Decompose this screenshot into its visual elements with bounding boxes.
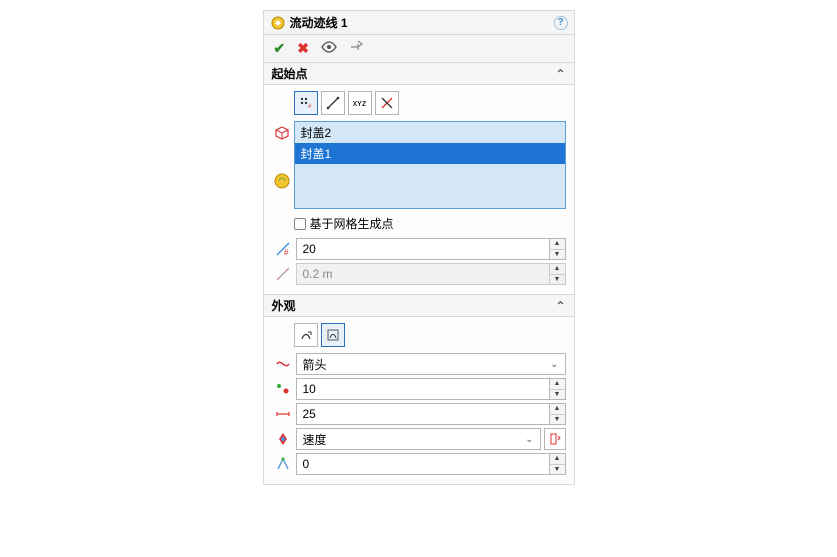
colorby-row: 速度 ⌄ [272, 428, 566, 450]
help-icon[interactable]: ? [554, 16, 568, 30]
width-input[interactable]: 25 [296, 403, 550, 425]
colorby-icon [272, 429, 294, 449]
titlebar: 流动迹线 1 ? [264, 11, 574, 35]
mesh-points-checkbox[interactable] [294, 218, 306, 230]
density-spinner[interactable]: ▲▼ [550, 378, 566, 400]
section-header-start[interactable]: 起始点 ⌃ [264, 63, 574, 85]
style-select[interactable]: 箭头 ⌄ [296, 353, 566, 375]
dynamic-button[interactable] [321, 323, 345, 347]
gradient-input[interactable]: 0 [296, 453, 550, 475]
mode-line-button[interactable] [321, 91, 345, 115]
mesh-points-label: 基于网格生成点 [310, 215, 394, 232]
property-panel: 流动迹线 1 ? ✔ ✖ 起始点 ⌃ # xʏz [263, 10, 575, 485]
list-item[interactable]: 封盖1 [295, 143, 565, 164]
chevron-down-icon: ⌄ [550, 359, 558, 370]
count-icon: # [272, 239, 294, 259]
count-input[interactable]: 20 [296, 238, 550, 260]
chevron-down-icon: ⌄ [525, 434, 533, 445]
feature-icon [270, 15, 286, 31]
density-row: 10 ▲▼ [272, 378, 566, 400]
svg-text:#: # [284, 248, 289, 257]
section-body-appearance: 箭头 ⌄ 10 ▲▼ 25 ▲▼ [264, 317, 574, 484]
section-header-appearance[interactable]: 外观 ⌃ [264, 295, 574, 317]
width-row: 25 ▲▼ [272, 403, 566, 425]
mode-points-button[interactable]: # [294, 91, 318, 115]
actionbar: ✔ ✖ [264, 35, 574, 63]
width-icon [272, 404, 294, 424]
collapse-icon: ⌃ [555, 299, 565, 313]
mesh-points-row: 基于网格生成点 [294, 215, 566, 232]
svg-text:#: # [308, 104, 312, 110]
list-item[interactable]: 封盖2 [295, 122, 565, 143]
ok-icon[interactable]: ✔ [274, 40, 286, 57]
mode-xyz-button[interactable]: xʏz [348, 91, 372, 115]
count-row: # 20 ▲▼ [272, 238, 566, 260]
appearance-toolbar [294, 323, 566, 347]
collapse-icon: ⌃ [555, 67, 565, 81]
section-title-start: 起始点 [272, 65, 308, 82]
preview-icon[interactable] [321, 41, 337, 56]
density-icon [272, 379, 294, 399]
spacing-icon [272, 264, 294, 284]
gradient-icon [272, 454, 294, 474]
count-spinner[interactable]: ▲▼ [550, 238, 566, 260]
spacing-spinner: ▲▼ [550, 263, 566, 285]
panel-title: 流动迹线 1 [290, 14, 554, 31]
start-faces-listbox[interactable]: 封盖2 封盖1 [294, 121, 566, 209]
section-title-appearance: 外观 [272, 297, 296, 314]
spacing-input: 0.2 m [296, 263, 550, 285]
pattern-icon[interactable] [272, 171, 292, 191]
style-icon [272, 354, 294, 374]
xyz-label: xʏz [353, 98, 367, 108]
mode-plane-button[interactable] [375, 91, 399, 115]
static-button[interactable] [294, 323, 318, 347]
density-input[interactable]: 10 [296, 378, 550, 400]
pin-icon[interactable] [349, 40, 363, 57]
width-spinner[interactable]: ▲▼ [550, 403, 566, 425]
section-body-start: # xʏz 封盖2 封盖1 [264, 85, 574, 295]
colorby-select[interactable]: 速度 ⌄ [296, 428, 541, 450]
gradient-spinner[interactable]: ▲▼ [550, 453, 566, 475]
gradient-row: 0 ▲▼ [272, 453, 566, 475]
cancel-icon[interactable]: ✖ [297, 40, 309, 57]
face-select-icon[interactable] [272, 123, 292, 143]
spacing-row: 0.2 m ▲▼ [272, 263, 566, 285]
colorby-edit-button[interactable] [544, 428, 566, 450]
start-from-row: 封盖2 封盖1 [272, 121, 566, 209]
style-row: 箭头 ⌄ [272, 353, 566, 375]
start-mode-toolbar: # xʏz [294, 91, 566, 115]
